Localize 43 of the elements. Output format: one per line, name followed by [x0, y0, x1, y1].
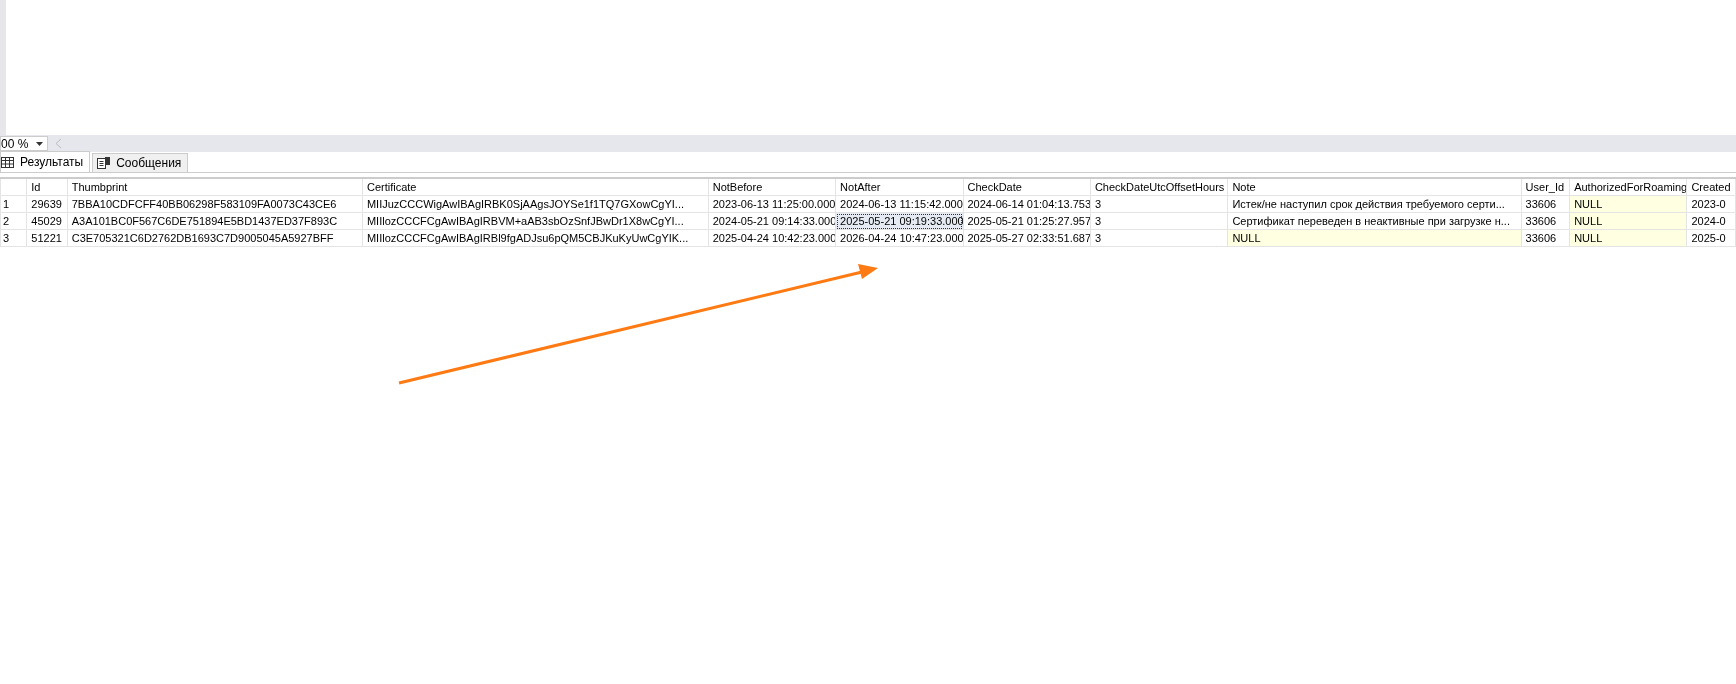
- table-cell: 2025-0: [1686, 229, 1736, 247]
- grid-icon: [1, 156, 14, 168]
- table-cell: 2023-0: [1686, 195, 1736, 213]
- zoom-combobox[interactable]: 00 %: [0, 136, 48, 151]
- column-header[interactable]: Created: [1686, 178, 1736, 196]
- column-header[interactable]: CheckDate: [963, 178, 1091, 196]
- table-cell: C3E705321C6D2762DB1693C7D9005045A5927BFF: [67, 229, 363, 247]
- table-cell: Истек/не наступил срок действия требуемого серти...: [1227, 195, 1522, 213]
- table-cell: 2023-06-13 11:25:00.000: [708, 195, 836, 213]
- table-cell: 7BBA10CDFCFF40BB06298F583109FA0073C43CE6: [67, 195, 363, 213]
- messages-tab[interactable]: Сообщения: [92, 153, 189, 172]
- column-header[interactable]: Id: [26, 178, 68, 196]
- table-cell: MIIJuzCCCWigAwIBAgIRBK0SjAAgsJOYSe1f1TQ7GXowCgYI...: [362, 195, 709, 213]
- column-header[interactable]: Thumbprint: [67, 178, 363, 196]
- column-header[interactable]: AuthorizedForRoaming: [1569, 178, 1687, 196]
- row-number[interactable]: 1: [0, 195, 27, 213]
- row-number[interactable]: 3: [0, 229, 27, 247]
- dropdown-caret-icon: [36, 141, 43, 146]
- table-cell: 3: [1090, 229, 1228, 247]
- document-icon: [97, 157, 111, 169]
- table-cell: 3: [1090, 195, 1228, 213]
- results-tab[interactable]: Результаты: [0, 151, 91, 172]
- column-header[interactable]: CheckDateUtcOffsetHours: [1090, 178, 1228, 196]
- table-cell: 33606: [1521, 195, 1570, 213]
- table-cell: 33606: [1521, 212, 1570, 230]
- table-cell: MIIlozCCCFCgAwIBAgIRBVM+aAB3sbOzSnfJBwDr1X8wCgYI...: [362, 212, 709, 230]
- table-cell: 3: [1090, 212, 1228, 230]
- table-cell: 2024-06-13 11:15:42.000: [835, 195, 963, 213]
- table-cell: 29639: [26, 195, 68, 213]
- table-cell: A3A101BC0F567C6DE751894E5BD1437ED37F893C: [67, 212, 363, 230]
- scroll-left-icon[interactable]: [56, 139, 61, 148]
- table-cell: 2024-0: [1686, 212, 1736, 230]
- column-header[interactable]: User_Id: [1521, 178, 1570, 196]
- column-header[interactable]: NotAfter: [835, 178, 963, 196]
- table-cell: 51221: [26, 229, 68, 247]
- table-cell: MIIlozCCCFCgAwIBAgIRBl9fgADJsu6pQM5CBJKuKyUwCgYIK...: [362, 229, 709, 247]
- column-header[interactable]: Certificate: [362, 178, 709, 196]
- table-cell: 45029: [26, 212, 68, 230]
- table-cell: Сертификат переведен в неактивные при загрузке н...: [1227, 212, 1522, 230]
- table-cell: 33606: [1521, 229, 1570, 247]
- column-header[interactable]: Note: [1227, 178, 1522, 196]
- row-number[interactable]: 2: [0, 212, 27, 230]
- column-header[interactable]: NotBefore: [708, 178, 836, 196]
